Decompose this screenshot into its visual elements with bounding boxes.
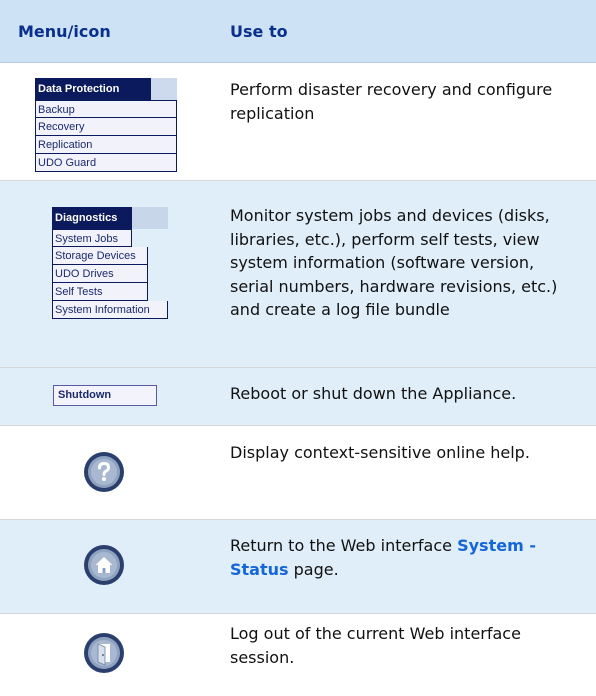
menu-item-udo-drives[interactable]: UDO Drives: [52, 265, 148, 283]
menu-item-system-jobs[interactable]: System Jobs: [52, 229, 132, 247]
menu-item-system-information[interactable]: System Information: [52, 301, 168, 319]
menu-item-backup[interactable]: Backup: [35, 100, 177, 118]
menu-item-replication[interactable]: Replication: [35, 136, 177, 154]
desc-post: page.: [288, 559, 339, 579]
shutdown-button[interactable]: Shutdown: [53, 385, 157, 406]
table-row: Diagnostics System Jobs Storage Devices …: [0, 181, 596, 368]
menu-item-recovery[interactable]: Recovery: [35, 118, 177, 136]
row-description: Reboot or shut down the Appliance.: [230, 384, 517, 403]
row-description: Log out of the current Web interface ses…: [230, 624, 521, 667]
menu-item-udo-guard[interactable]: UDO Guard: [35, 154, 177, 172]
data-protection-menu: Data Protection Backup Recovery Replicat…: [35, 78, 177, 172]
logout-icon[interactable]: [83, 632, 125, 674]
desc-pre: Return to the Web interface: [230, 536, 458, 555]
row-description: Monitor system jobs and devices (disks, …: [230, 206, 558, 319]
row-description: Return to the Web interface System - Sta…: [230, 534, 580, 581]
help-icon[interactable]: [83, 451, 125, 493]
home-icon[interactable]: [83, 544, 125, 586]
menu-title[interactable]: Diagnostics: [52, 207, 132, 229]
menu-item-self-tests[interactable]: Self Tests: [52, 283, 148, 301]
table-row: Data Protection Backup Recovery Replicat…: [0, 63, 596, 181]
diagnostics-menu: Diagnostics System Jobs Storage Devices …: [52, 207, 168, 319]
menu-item-storage-devices[interactable]: Storage Devices: [52, 247, 148, 265]
row-description: Display context-sensitive online help.: [230, 443, 530, 462]
table-header: Menu/icon Use to: [0, 0, 596, 63]
header-menu-icon: Menu/icon: [18, 22, 111, 41]
menu-title[interactable]: Data Protection: [35, 78, 151, 100]
header-use-to: Use to: [230, 22, 288, 41]
row-description: Perform disaster recovery and configure …: [230, 80, 553, 123]
